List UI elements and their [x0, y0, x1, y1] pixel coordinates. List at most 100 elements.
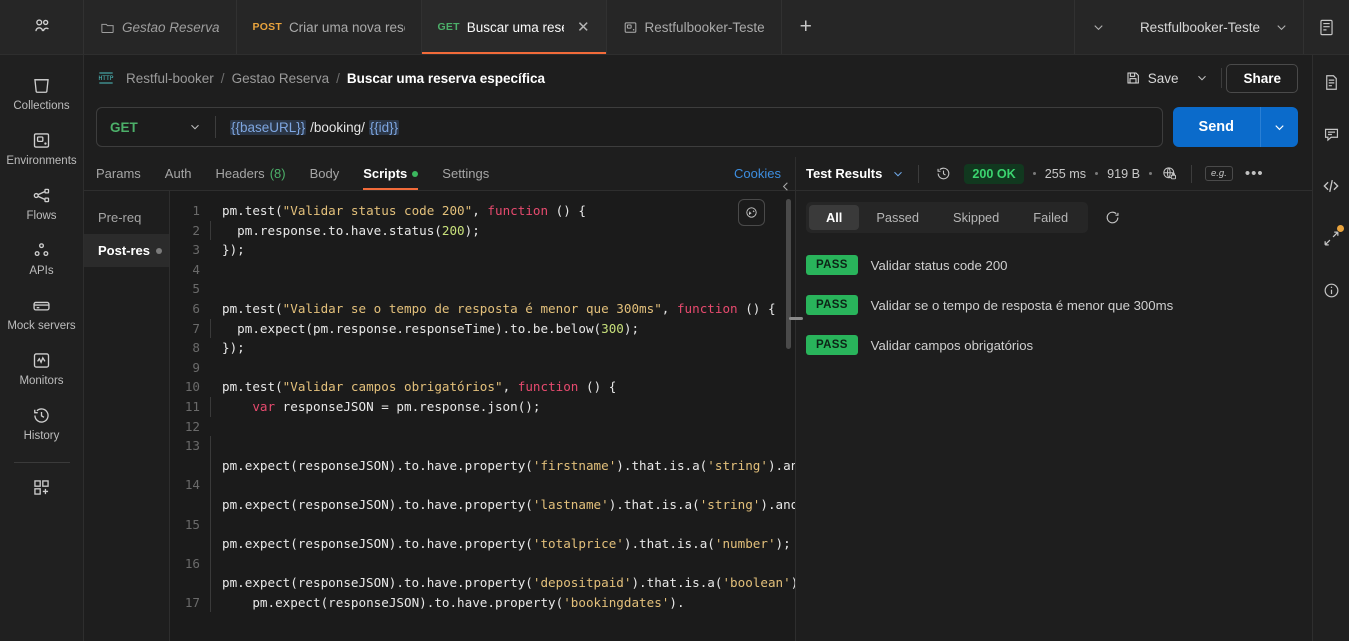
filter-failed[interactable]: Failed	[1016, 205, 1085, 230]
test-result-name: Validar status code 200	[871, 258, 1008, 273]
filter-passed[interactable]: Passed	[859, 205, 936, 230]
comments-button[interactable]	[1318, 121, 1344, 147]
line-code[interactable]: var responseJSON = pm.response.json();	[210, 397, 795, 417]
response-history-button[interactable]	[932, 165, 955, 182]
sidebar-item-label: Flows	[26, 210, 56, 222]
tab-headers[interactable]: Headers (8)	[216, 166, 286, 190]
line-code[interactable]: pm.expect(responseJSON).to.have.property…	[210, 475, 795, 514]
share-button[interactable]: Share	[1226, 64, 1298, 93]
page-title: Buscar uma reserva específica	[347, 71, 545, 86]
chevron-down-icon	[1091, 20, 1106, 35]
status-badge[interactable]: 200 OK	[964, 164, 1023, 184]
add-apps-icon	[31, 477, 52, 498]
collapse-request-panel-button[interactable]	[778, 179, 793, 194]
tabs-overflow-button[interactable]	[1074, 0, 1122, 54]
code-snippet-button[interactable]	[1318, 173, 1344, 199]
sidebar-item-apis[interactable]: APIs	[0, 230, 83, 285]
editor-scrollbar-thumb[interactable]	[786, 199, 791, 349]
sidebar-item-mock-servers[interactable]: Mock servers	[0, 285, 83, 340]
tab-params[interactable]: Params	[96, 166, 141, 190]
code-token: });	[222, 340, 245, 355]
tab-auth[interactable]: Auth	[165, 166, 192, 190]
cookies-link[interactable]: Cookies	[734, 166, 781, 181]
http-method-label: GET	[110, 120, 138, 135]
filter-skipped[interactable]: Skipped	[936, 205, 1016, 230]
line-code[interactable]: pm.expect(pm.response.responseTime).to.b…	[210, 319, 795, 339]
line-code[interactable]: pm.expect(responseJSON).to.have.property…	[210, 554, 795, 593]
code-token: responseJSON = pm.response.json();	[275, 399, 540, 414]
sidebar-item-history[interactable]: History	[0, 395, 83, 450]
code-token: function	[518, 379, 579, 394]
response-view-selector[interactable]	[891, 167, 905, 181]
close-icon[interactable]: ✕	[577, 20, 590, 35]
send-options-button[interactable]	[1260, 107, 1298, 147]
test-result-row[interactable]: PASSValidar campos obrigatórios	[806, 325, 1302, 365]
line-code[interactable]: pm.response.to.have.status(200);	[210, 221, 795, 241]
save-options-button[interactable]	[1187, 65, 1217, 91]
line-code[interactable]: pm.expect(responseJSON).to.have.property…	[210, 436, 795, 475]
workspace-button[interactable]	[0, 0, 84, 54]
new-tab-button[interactable]: +	[782, 0, 830, 54]
sidebar-item-monitors[interactable]: Monitors	[0, 340, 83, 395]
line-code[interactable]: pm.test("Validar se o tempo de resposta …	[210, 299, 795, 319]
environment-quick-look-button[interactable]	[1303, 0, 1349, 54]
code-token: pm.expect(responseJSON).to.have.property…	[222, 517, 533, 552]
tab-request-buscar-reserva-especifica[interactable]: GET Buscar uma reserva específica ✕	[422, 0, 607, 54]
filter-all[interactable]: All	[809, 205, 859, 230]
info-button[interactable]	[1318, 277, 1344, 303]
documentation-button[interactable]	[1318, 69, 1344, 95]
sidebar-add-apps-button[interactable]	[0, 467, 83, 506]
breadcrumb-item-gestao-reserva[interactable]: Gestao Reserva	[232, 71, 330, 86]
tab-collection-gestao-reserva[interactable]: Gestao Reserva	[84, 0, 237, 54]
tab-settings[interactable]: Settings	[442, 166, 489, 190]
response-size[interactable]: 919 B	[1107, 167, 1140, 181]
response-view-title[interactable]: Test Results	[806, 166, 882, 181]
expand-collapse-button[interactable]	[1318, 225, 1344, 251]
save-example-button[interactable]: e.g.	[1205, 166, 1233, 181]
line-code[interactable]: });	[210, 338, 795, 358]
ai-assistant-button[interactable]	[738, 199, 765, 226]
test-result-row[interactable]: PASSValidar se o tempo de resposta é men…	[806, 285, 1302, 325]
url-variable-baseurl: {{baseURL}}	[230, 120, 306, 135]
test-result-row[interactable]: PASSValidar status code 200	[806, 245, 1302, 285]
request-tabs: Params Auth Headers (8) Body	[84, 157, 795, 191]
rerun-tests-button[interactable]	[1098, 209, 1127, 226]
tab-request-criar-nova-reserva[interactable]: POST Criar uma nova reserva	[237, 0, 422, 54]
tab-label: Buscar uma reserva específica	[467, 20, 564, 35]
code-line: 2 pm.response.to.have.status(200);	[170, 221, 795, 241]
more-options-button[interactable]: •••	[1242, 165, 1267, 182]
sidebar-item-environments[interactable]: Environments	[0, 120, 83, 175]
code-token: var	[252, 399, 275, 414]
line-number: 2	[170, 221, 210, 241]
tab-body[interactable]: Body	[310, 166, 340, 190]
line-code[interactable]: pm.expect(responseJSON).to.have.property…	[210, 515, 795, 554]
sidebar-item-flows[interactable]: Flows	[0, 175, 83, 230]
code-token: 'firstname'	[533, 458, 616, 473]
code-token: 'depositpaid'	[533, 575, 632, 590]
tab-scripts[interactable]: Scripts	[363, 166, 418, 190]
team-people-icon	[31, 16, 53, 38]
line-code[interactable]: });	[210, 240, 795, 260]
line-code[interactable]: pm.test("Validar campos obrigatórios", f…	[210, 377, 795, 397]
url-input[interactable]: {{baseURL}} /booking/ {{id}}	[216, 120, 1162, 135]
code-editor[interactable]: 1pm.test("Validar status code 200", func…	[170, 191, 795, 641]
script-tab-post-response[interactable]: Post-res	[84, 234, 169, 267]
code-token: 'bookingdates'	[563, 595, 669, 610]
environment-selector[interactable]: Restfulbooker-Teste	[1122, 0, 1303, 54]
url-variable-id: {{id}}	[369, 120, 400, 135]
save-button[interactable]: Save	[1116, 64, 1188, 92]
script-tab-label: Post-res	[98, 243, 150, 258]
pane-resize-handle[interactable]	[789, 317, 803, 320]
line-code[interactable]: pm.test("Validar status code 200", funct…	[210, 201, 795, 221]
code-token: ).that.is.a(	[631, 575, 722, 590]
http-method-selector[interactable]: GET	[97, 120, 215, 135]
network-info-button[interactable]	[1161, 165, 1178, 182]
tab-environment-restfulbooker-teste[interactable]: Restfulbooker-Teste	[607, 0, 782, 54]
sidebar-item-collections[interactable]: Collections	[0, 65, 83, 120]
breadcrumb-item-restful-booker[interactable]: Restful-booker	[126, 71, 214, 86]
line-code[interactable]: pm.expect(responseJSON).to.have.property…	[210, 593, 795, 613]
response-time[interactable]: 255 ms	[1045, 167, 1086, 181]
editor-scrollbar[interactable]	[784, 199, 793, 641]
send-button[interactable]: Send	[1173, 107, 1260, 147]
script-tab-pre-request[interactable]: Pre-req	[84, 201, 169, 234]
